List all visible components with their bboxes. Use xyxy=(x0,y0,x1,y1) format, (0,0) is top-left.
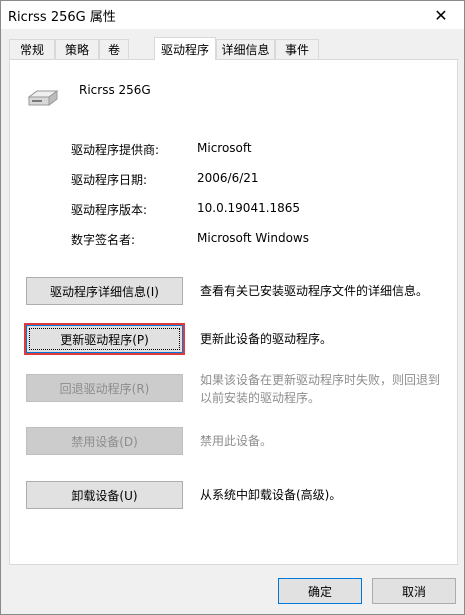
info-value-date: 2006/6/21 xyxy=(197,171,259,185)
tab-driver[interactable]: 驱动程序 xyxy=(154,37,216,60)
uninstall-device-button[interactable]: 卸载设备(U) xyxy=(26,481,183,509)
info-label-signer: 数字签名者: xyxy=(71,233,136,247)
close-button[interactable]: ✕ xyxy=(418,1,464,29)
info-label-version: 驱动程序版本: xyxy=(71,203,148,217)
disable-device-button[interactable]: 禁用设备(D) xyxy=(26,427,183,455)
window-title: Ricrss 256G 属性 xyxy=(8,10,116,25)
driver-details-desc: 查看有关已安装驱动程序文件的详细信息。 xyxy=(200,284,429,298)
ok-button[interactable]: 确定 xyxy=(278,578,362,604)
info-label-provider: 驱动程序提供商: xyxy=(71,143,160,157)
driver-details-button[interactable]: 驱动程序详细信息(I) xyxy=(26,277,183,305)
rollback-driver-desc: 如果该设备在更新驱动程序时失败，则回退到以前安装的驱动程序。 xyxy=(200,373,441,405)
info-label-date: 驱动程序日期: xyxy=(71,173,148,187)
info-value-version: 10.0.19041.1865 xyxy=(197,201,301,215)
tab-policies[interactable]: 策略 xyxy=(55,39,99,59)
tab-general[interactable]: 常规 xyxy=(9,39,55,59)
cancel-button[interactable]: 取消 xyxy=(372,578,456,604)
properties-dialog: Ricrss 256G 属性 ✕ 常规 策略 卷 驱动程序 详细信息 事件 Ri… xyxy=(0,0,465,615)
tab-details[interactable]: 详细信息 xyxy=(216,39,275,59)
tab-volumes[interactable]: 卷 xyxy=(99,39,129,59)
update-driver-desc: 更新此设备的驱动程序。 xyxy=(200,332,333,346)
update-driver-button[interactable]: 更新驱动程序(P) xyxy=(26,325,183,353)
title-bar: Ricrss 256G 属性 ✕ xyxy=(1,1,464,29)
uninstall-device-desc: 从系统中卸载设备(高级)。 xyxy=(200,488,342,502)
drive-icon xyxy=(27,90,59,106)
driver-panel: Ricrss 256G 驱动程序提供商: Microsoft 驱动程序日期: 2… xyxy=(9,59,458,565)
disable-device-desc: 禁用此设备。 xyxy=(200,434,273,448)
rollback-driver-button[interactable]: 回退驱动程序(R) xyxy=(26,374,183,402)
tab-strip: 常规 策略 卷 驱动程序 详细信息 事件 xyxy=(9,37,458,60)
tab-events[interactable]: 事件 xyxy=(275,39,319,59)
focus-rect xyxy=(29,328,180,350)
device-name: Ricrss 256G xyxy=(79,83,151,97)
info-value-signer: Microsoft Windows xyxy=(197,231,309,245)
info-value-provider: Microsoft xyxy=(197,141,252,155)
